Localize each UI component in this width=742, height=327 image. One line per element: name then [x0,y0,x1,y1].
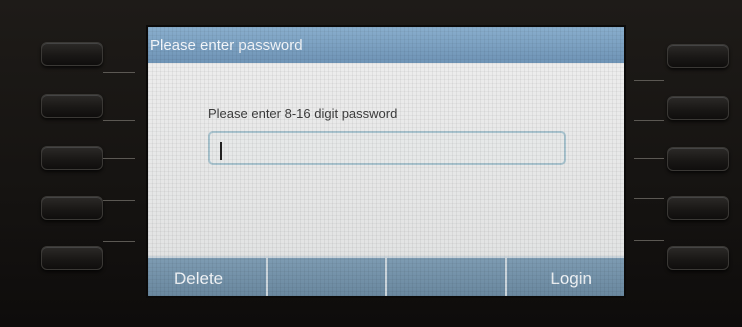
dialog-title-bar: Please enter password [148,27,624,63]
key-leader-line [634,80,664,81]
login-softkey-label: Login [550,269,592,288]
lcd-screen: Please enter password Please enter 8-16 … [148,27,624,296]
line-key-right-1[interactable] [667,44,729,68]
line-key-left-4[interactable] [41,196,103,220]
password-input[interactable] [208,131,566,165]
softkey-2[interactable] [265,256,385,296]
phone-bezel: Please enter password Please enter 8-16 … [0,0,742,327]
softkey-3[interactable] [385,256,505,296]
line-key-right-2[interactable] [667,96,729,120]
key-leader-line [634,158,664,159]
key-leader-line [103,72,135,73]
line-key-right-3[interactable] [667,147,729,171]
line-key-left-3[interactable] [41,146,103,170]
key-leader-line [634,198,664,199]
dialog-content: Please enter 8-16 digit password [148,63,624,256]
key-leader-line [103,158,135,159]
key-leader-line [634,120,664,121]
softkey-bar: Delete Login [148,256,624,296]
line-key-right-5[interactable] [667,246,729,270]
dialog-title: Please enter password [150,37,303,54]
login-softkey[interactable]: Login [504,256,624,296]
line-key-left-5[interactable] [41,246,103,270]
line-key-left-1[interactable] [41,42,103,66]
line-key-right-4[interactable] [667,196,729,220]
line-key-left-2[interactable] [41,94,103,118]
delete-softkey-label: Delete [174,269,224,288]
key-leader-line [634,240,664,241]
key-leader-line [103,241,135,242]
text-cursor [220,142,222,160]
delete-softkey[interactable]: Delete [148,256,266,296]
key-leader-line [103,200,135,201]
password-prompt-label: Please enter 8-16 digit password [208,106,398,121]
key-leader-line [103,120,135,121]
